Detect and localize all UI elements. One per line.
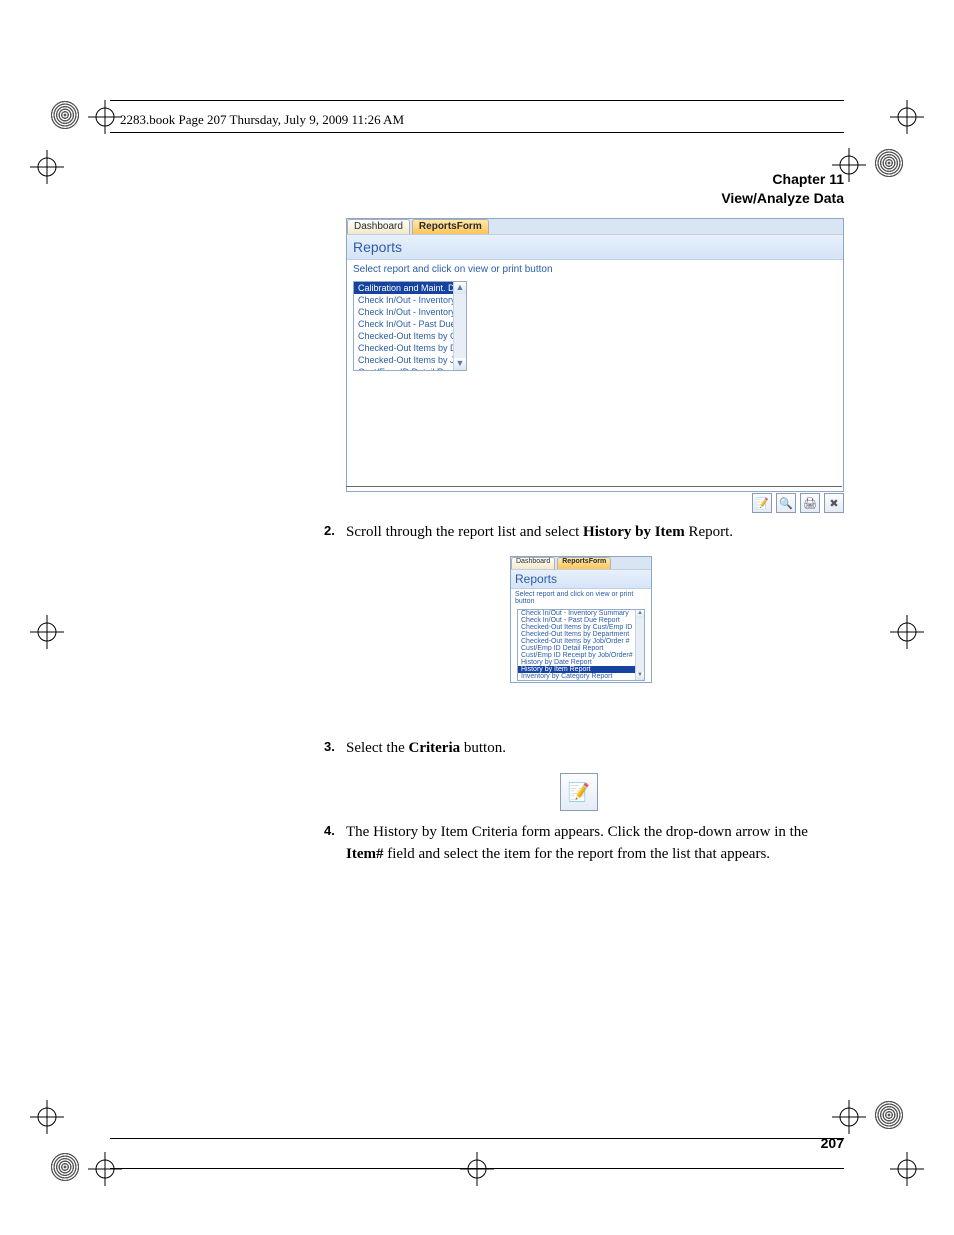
crop-radial-icon: [874, 148, 904, 178]
step-3: 3. Select the Criteria button.: [346, 738, 846, 760]
step-2: 2. Scroll through the report list and se…: [346, 522, 846, 544]
list-item[interactable]: Check In/Out - Past Due Report: [518, 617, 644, 624]
list-item[interactable]: History by Date Report: [518, 659, 644, 666]
scroll-up-icon[interactable]: ▲: [454, 282, 466, 294]
chapter-title: View/Analyze Data: [721, 189, 844, 208]
header-rule: [110, 132, 844, 133]
list-item[interactable]: History by Item Report: [518, 666, 644, 673]
registration-mark-icon: [890, 1152, 924, 1186]
scroll-down-icon[interactable]: ▼: [636, 672, 644, 680]
scroll-down-icon[interactable]: ▼: [454, 358, 466, 370]
list-item[interactable]: Checked-Out Items by Job/Order #: [354, 354, 466, 366]
list-item[interactable]: Cust/Emp ID Detail Report: [518, 645, 644, 652]
registration-mark-icon: [890, 100, 924, 134]
running-header: 2283.book Page 207 Thursday, July 9, 200…: [120, 112, 404, 128]
report-listbox[interactable]: Check In/Out - Inventory SummaryCheck In…: [517, 609, 645, 681]
panel-title: Reports: [511, 570, 651, 589]
instruction-text: Select report and click on view or print…: [511, 589, 651, 607]
registration-mark-icon: [30, 1100, 64, 1134]
registration-mark-icon: [832, 1100, 866, 1134]
close-button[interactable]: ✖: [824, 493, 844, 513]
crop-radial-icon: [50, 100, 80, 130]
reports-window-selected-screenshot: Dashboard ReportsForm Reports Select rep…: [510, 556, 652, 683]
crop-radial-icon: [50, 1152, 80, 1182]
header-rule: [110, 100, 844, 101]
view-button[interactable]: 🔍: [776, 493, 796, 513]
registration-mark-icon: [30, 150, 64, 184]
criteria-button-large[interactable]: 📝: [560, 773, 598, 811]
registration-mark-icon: [88, 1152, 122, 1186]
reports-window-screenshot: Dashboard ReportsForm Reports Select rep…: [346, 218, 844, 492]
chapter-number: Chapter 11: [721, 170, 844, 189]
registration-mark-icon: [30, 615, 64, 649]
list-item[interactable]: Check In/Out - Inventory Summary: [518, 610, 644, 617]
list-item[interactable]: Inventory by Category Report: [518, 673, 644, 680]
print-button[interactable]: 🖨: [800, 493, 820, 513]
criteria-button[interactable]: 📝: [752, 493, 772, 513]
tab-dashboard[interactable]: Dashboard: [347, 219, 410, 234]
list-item[interactable]: Checked-Out Items by Job/Order #: [518, 638, 644, 645]
scroll-up-icon[interactable]: ▲: [636, 610, 644, 618]
step-number: 4.: [324, 822, 335, 841]
list-item[interactable]: Checked-Out Items by Cust/Emp ID: [518, 624, 644, 631]
footer-rule: [110, 1138, 844, 1139]
registration-mark-icon: [890, 615, 924, 649]
list-item[interactable]: Check In/Out - Inventory Details: [354, 294, 466, 306]
list-item[interactable]: Checked-Out Items by Cust/Emp ID: [354, 330, 466, 342]
tab-dashboard[interactable]: Dashboard: [511, 557, 555, 569]
tab-reportsform[interactable]: ReportsForm: [557, 557, 611, 569]
list-item[interactable]: Cust/Emp ID Detail Report: [354, 366, 466, 371]
step-number: 3.: [324, 738, 335, 757]
list-item[interactable]: Checked-Out Items by Department: [518, 631, 644, 638]
scrollbar[interactable]: ▲ ▼: [635, 610, 644, 680]
list-item[interactable]: Inventory by Location Report: [518, 680, 644, 681]
registration-mark-icon: [88, 100, 122, 134]
step-number: 2.: [324, 522, 335, 541]
list-item[interactable]: Check In/Out - Past Due Report: [354, 318, 466, 330]
list-item[interactable]: Checked-Out Items by Department: [354, 342, 466, 354]
crop-radial-icon: [874, 1100, 904, 1130]
scrollbar[interactable]: ▲ ▼: [453, 282, 466, 370]
instruction-text: Select report and click on view or print…: [347, 260, 843, 279]
report-listbox[interactable]: Calibration and Maint. Due ReportCheck I…: [353, 281, 467, 371]
step-text: Select the Criteria button.: [346, 740, 506, 756]
step-text: The History by Item Criteria form appear…: [346, 824, 808, 862]
step-text: Scroll through the report list and selec…: [346, 524, 733, 540]
panel-title: Reports: [347, 235, 843, 260]
registration-mark-icon: [460, 1152, 494, 1186]
tab-reportsform[interactable]: ReportsForm: [412, 219, 489, 234]
list-item[interactable]: Cust/Emp ID Receipt by Job/Order#: [518, 652, 644, 659]
step-4: 4. The History by Item Criteria form app…: [346, 822, 846, 866]
toolbar-separator: [346, 486, 842, 487]
footer-rule: [110, 1168, 844, 1169]
list-item[interactable]: Calibration and Maint. Due Report: [354, 282, 466, 294]
list-item[interactable]: Check In/Out - Inventory Summary: [354, 306, 466, 318]
